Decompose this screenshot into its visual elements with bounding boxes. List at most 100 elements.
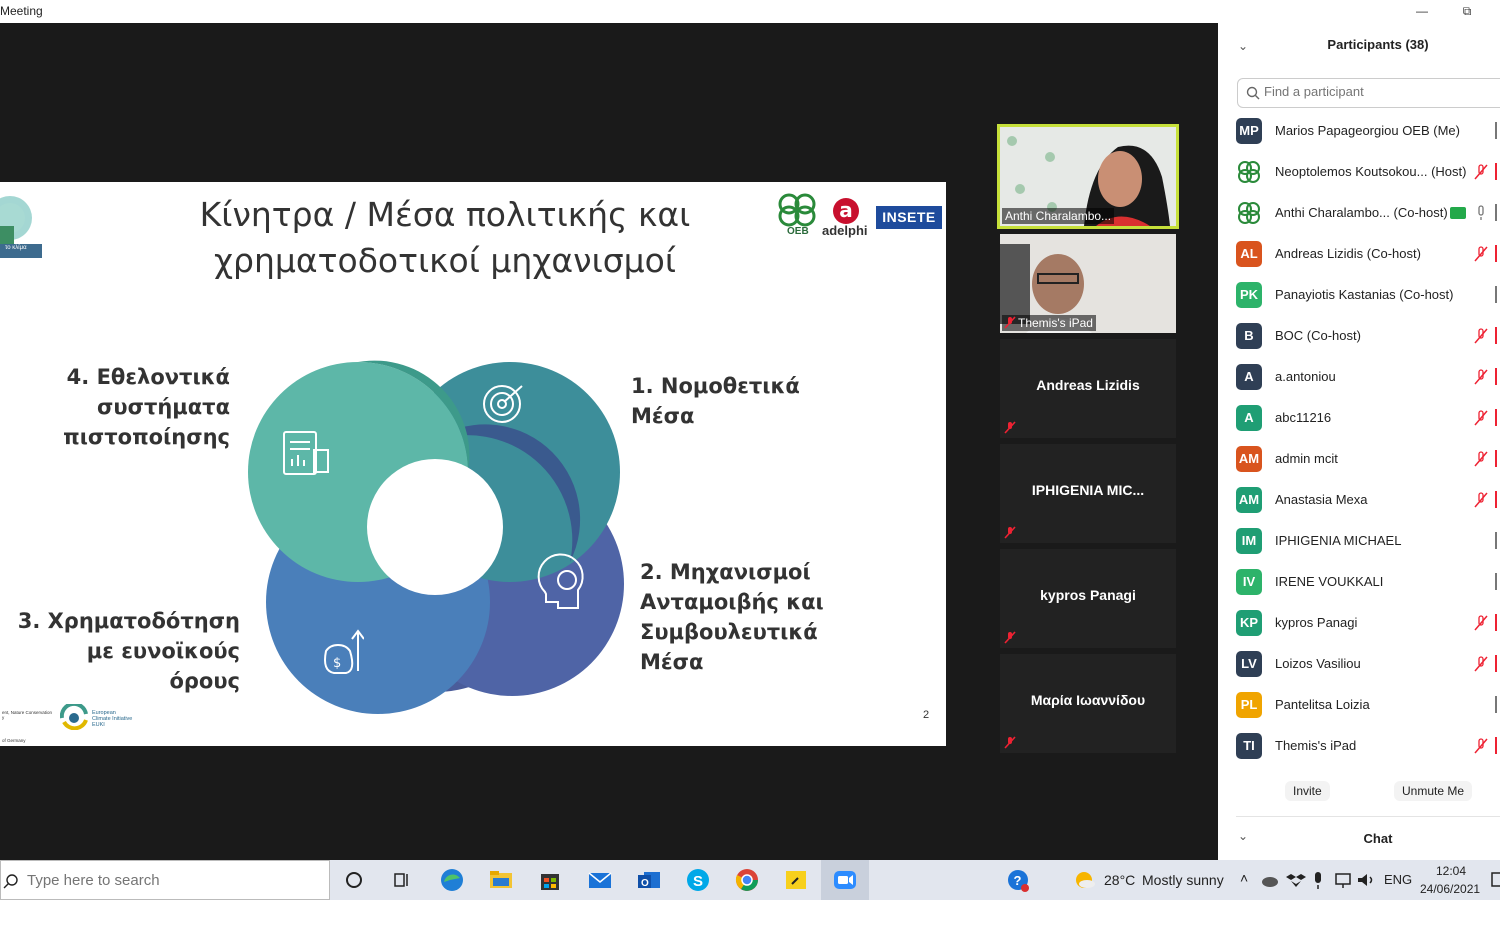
participant-row[interactable]: LV Loizos Vasiliou <box>1236 651 1500 692</box>
avatar: A <box>1236 364 1262 390</box>
bmu-line1: ent, Nature Conservation <box>2 710 53 715</box>
svg-text:$: $ <box>333 656 341 671</box>
chrome-icon[interactable] <box>733 866 761 894</box>
video-tile[interactable]: Andreas Lizidis <box>1000 339 1176 438</box>
zoom-icon[interactable] <box>831 866 859 894</box>
video-off-icon <box>1495 491 1500 508</box>
label-4-line1: 4. Εθελοντικά <box>66 365 230 389</box>
edge-icon[interactable] <box>438 866 466 894</box>
restore-icon[interactable]: ⧉ <box>1453 2 1481 20</box>
dropbox-icon[interactable] <box>1286 870 1306 890</box>
file-explorer-icon[interactable] <box>487 866 515 894</box>
mic-muted-icon <box>1004 421 1016 434</box>
search-icon <box>3 874 18 889</box>
weather-temperature: 28°C <box>1104 872 1136 888</box>
minimize-icon[interactable]: — <box>1408 2 1436 20</box>
video-off-icon <box>1495 737 1500 754</box>
mail-icon[interactable] <box>586 866 614 894</box>
climate-logo-text: το κλίμα <box>2 244 30 252</box>
video-tile[interactable]: IPHIGENIA MIC... <box>1000 444 1176 543</box>
label-3-line1: 3. Χρηματοδότηση <box>17 609 240 633</box>
participant-row[interactable]: AL Andreas Lizidis (Co-host) <box>1236 241 1500 282</box>
participant-row[interactable]: TI Themis's iPad <box>1236 733 1500 774</box>
video-name: IPHIGENIA MIC... <box>1031 482 1145 498</box>
participant-name: Pantelitsa Loizia <box>1275 697 1370 712</box>
weather-sunny-icon[interactable] <box>1070 866 1098 894</box>
oeb-logo-text: OEB <box>787 226 809 237</box>
help-icon[interactable]: ? <box>1004 866 1032 894</box>
participant-row[interactable]: AM Anastasia Mexa <box>1236 487 1500 528</box>
video-tile[interactable]: Themis's iPad <box>1000 234 1176 333</box>
slide-title-line1: Κίνητρα / Μέσα πολιτικής και <box>199 195 691 234</box>
taskbar-search-input[interactable] <box>27 872 317 889</box>
video-off-icon <box>1495 450 1500 467</box>
video-tile[interactable]: Μαρία Ιωαννίδου <box>1000 654 1176 753</box>
participant-row[interactable]: Anthi Charalambo... (Co-host) <box>1236 200 1500 241</box>
volume-icon[interactable] <box>1356 870 1376 890</box>
label-2-line1: 2. Μηχανισμοί <box>640 560 811 584</box>
participant-row[interactable]: PK Panayiotis Kastanias (Co-host) <box>1236 282 1500 323</box>
chevron-up-icon[interactable]: ˄ <box>1240 870 1248 886</box>
clock-time[interactable]: 12:04 <box>1436 864 1466 878</box>
video-tile[interactable]: Anthi Charalambo... <box>997 124 1179 229</box>
label-1-line1: 1. Νομοθετικά <box>631 374 800 398</box>
invite-button[interactable]: Invite <box>1285 781 1330 801</box>
participant-row[interactable]: MP Marios Papageorgiou OEB (Me) <box>1236 118 1500 159</box>
avatar: IM <box>1236 528 1262 554</box>
sticky-notes-icon[interactable] <box>782 866 810 894</box>
microphone-icon[interactable] <box>1310 870 1326 890</box>
participant-row[interactable]: Aa.antoniou <box>1236 364 1500 405</box>
video-off-icon <box>1495 245 1500 262</box>
label-2-line4: Μέσα <box>640 650 704 674</box>
video-name: Anthi Charalambo... <box>1002 208 1115 224</box>
avatar: B <box>1236 323 1262 349</box>
clock-date[interactable]: 24/06/2021 <box>1420 882 1480 896</box>
window-titlebar: Meeting — ⧉ <box>0 0 1500 23</box>
bmu-logo-text: ent, Nature Conservation y <box>2 710 52 720</box>
mic-muted-icon <box>1004 526 1016 539</box>
unmute-me-button[interactable]: Unmute Me <box>1394 781 1473 801</box>
participant-row[interactable]: IM IPHIGENIA MICHAEL <box>1236 528 1500 569</box>
notification-icon[interactable] <box>1490 872 1500 888</box>
participant-row[interactable]: PL Pantelitsa Loizia <box>1236 692 1500 733</box>
outlook-icon[interactable]: O <box>635 866 663 894</box>
participant-name: a.antoniou <box>1275 369 1336 384</box>
cortana-icon[interactable] <box>340 866 368 894</box>
label-voluntary-certification: 4. Εθελοντικά συστήματα πιστοποίησης <box>20 362 230 452</box>
windows-taskbar: O S ? 28°C Mostly sunny ˄ ENG 12:04 24/0… <box>0 860 1500 900</box>
label-legislative: 1. Νομοθετικά Μέσα <box>631 371 800 431</box>
video-tile[interactable]: kypros Panagi <box>1000 549 1176 648</box>
participant-name: Anthi Charalambo... (Co-host) <box>1275 205 1448 220</box>
participant-row[interactable]: IV IRENE VOUKKALI <box>1236 569 1500 610</box>
task-view-icon[interactable] <box>388 866 416 894</box>
euki-logo-text: European Climate Initiative EUKI <box>92 710 132 728</box>
slide-page-number: 2 <box>923 709 930 721</box>
mic-muted-icon <box>1474 164 1488 180</box>
participant-row[interactable]: KP kypros Panagi <box>1236 610 1500 651</box>
mic-muted-icon <box>1474 738 1488 754</box>
video-off-icon <box>1495 327 1500 344</box>
store-icon[interactable] <box>536 866 564 894</box>
participant-search[interactable] <box>1237 78 1500 108</box>
mic-muted-icon <box>1474 451 1488 467</box>
participant-row[interactable]: Neoptolemos Koutsokou... (Host) <box>1236 159 1500 200</box>
participant-row[interactable]: AM admin mcit <box>1236 446 1500 487</box>
network-icon[interactable] <box>1334 870 1354 890</box>
participant-row[interactable]: B BOC (Co-host) <box>1236 323 1500 364</box>
video-off-icon <box>1495 614 1500 631</box>
taskbar-search[interactable] <box>0 860 330 900</box>
policy-cycle-diagram <box>247 339 624 715</box>
participant-search-input[interactable] <box>1264 84 1494 99</box>
mic-muted-icon <box>1474 246 1488 262</box>
bmu-line2: y <box>2 715 5 720</box>
onedrive-cloud-icon[interactable] <box>1260 870 1280 890</box>
oeb-logo-icon <box>1238 161 1260 183</box>
participant-row[interactable]: Aabc11216 <box>1236 405 1500 446</box>
avatar: TI <box>1236 733 1262 759</box>
avatar <box>1236 200 1262 226</box>
participant-name: admin mcit <box>1275 451 1338 466</box>
language-indicator[interactable]: ENG <box>1384 872 1412 887</box>
label-reward-mechanisms: 2. Μηχανισμοί Ανταμοιβής και Συμβουλευτι… <box>640 557 824 677</box>
window-title: Meeting <box>0 4 43 18</box>
skype-icon[interactable]: S <box>684 866 712 894</box>
